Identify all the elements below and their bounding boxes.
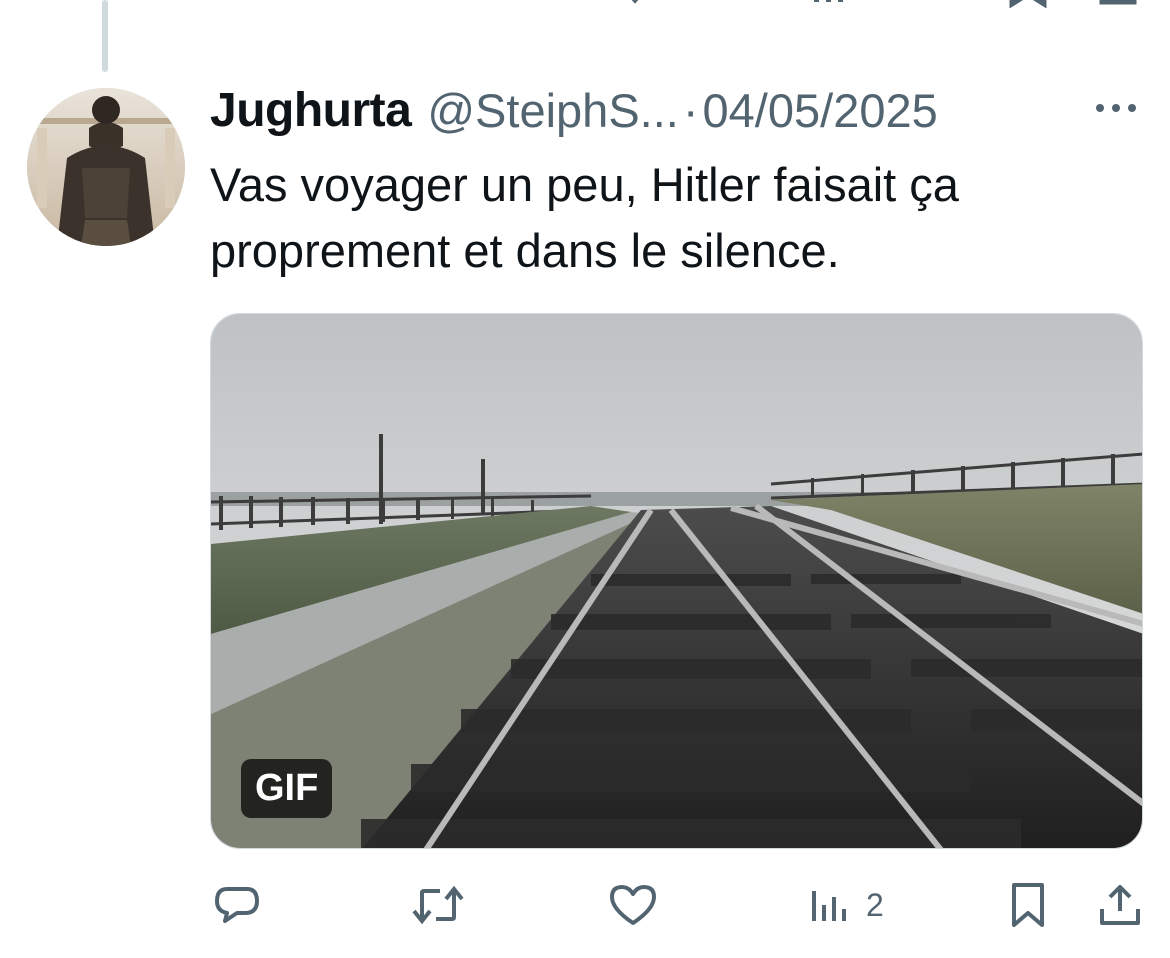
header-separator: · <box>682 83 699 137</box>
heart-icon <box>610 885 656 925</box>
retweet-icon[interactable] <box>410 0 460 13</box>
author-handle[interactable]: @SteiphS... <box>427 83 679 138</box>
share-icon[interactable] <box>1098 0 1138 13</box>
tweet-text-line: Vas voyager un peu, Hitler faisait ça <box>210 158 959 211</box>
like-button[interactable] <box>608 870 658 940</box>
avatar[interactable] <box>27 88 185 246</box>
bookmark-icon <box>1012 883 1044 927</box>
previous-tweet-actions <box>0 0 1170 9</box>
thread-connector-line <box>102 0 108 72</box>
bookmark-button[interactable] <box>1006 870 1050 940</box>
share-icon <box>1100 885 1140 925</box>
tweet-actions-bar: 2 <box>0 870 1170 940</box>
tweet-header: Jughurta @SteiphS... · 04/05/2025 <box>210 80 938 140</box>
tweet-text: Vas voyager un peu, Hitler faisait ça pr… <box>210 152 1130 284</box>
media-image <box>211 314 1142 848</box>
reply-icon <box>215 887 259 923</box>
views-button[interactable]: 2 <box>808 870 884 940</box>
tweet-text-line: proprement et dans le silence. <box>210 224 840 277</box>
views-icon <box>812 891 846 921</box>
tweet-date[interactable]: 04/05/2025 <box>703 83 938 138</box>
bookmark-icon[interactable] <box>1008 0 1048 13</box>
gif-badge: GIF <box>241 759 333 818</box>
author-name[interactable]: Jughurta <box>210 83 412 138</box>
more-options-icon[interactable] <box>1092 94 1140 122</box>
retweet-button[interactable] <box>410 870 466 940</box>
share-button[interactable] <box>1096 870 1144 940</box>
reply-button[interactable] <box>213 870 261 940</box>
views-count: 2 <box>866 886 884 923</box>
heart-icon[interactable] <box>615 0 655 13</box>
views-icon[interactable] <box>810 0 850 13</box>
retweet-icon <box>412 885 464 925</box>
reply-icon[interactable] <box>220 0 260 13</box>
tweet-media-gif[interactable]: GIF <box>210 313 1143 849</box>
